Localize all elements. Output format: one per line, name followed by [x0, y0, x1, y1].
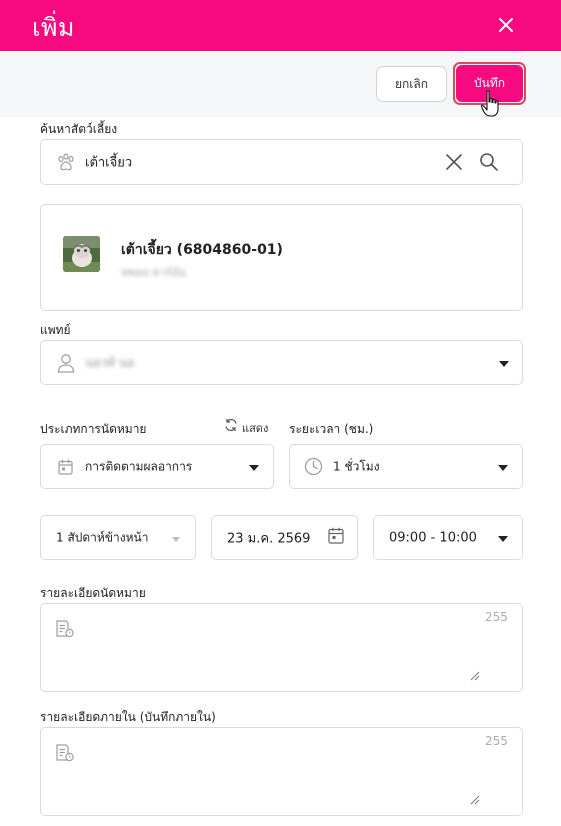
- time-select[interactable]: 09:00 - 10:00: [373, 515, 523, 560]
- action-bar: ยกเลิก บันทึก: [0, 51, 561, 117]
- hand-cursor-icon: [480, 90, 499, 117]
- pet-search-value: เต้าเจี้ยว: [85, 155, 133, 171]
- cancel-button[interactable]: ยกเลิก: [376, 66, 447, 102]
- close-button[interactable]: [492, 11, 520, 39]
- note-icon: [56, 620, 74, 638]
- date-picker[interactable]: 23 ม.ค. 2569: [211, 515, 358, 560]
- chevron-down-icon: [249, 465, 259, 471]
- chevron-down-icon: [499, 361, 509, 367]
- time-value: 09:00 - 10:00: [389, 530, 477, 545]
- pet-owner: ทพลล ดาร์อัน: [121, 266, 186, 279]
- appointment-detail-textarea[interactable]: 255: [40, 603, 523, 692]
- chevron-down-icon: [172, 537, 180, 542]
- pet-card[interactable]: เต้าเจี้ยว (6804860-01) ทพลล ดาร์อัน: [40, 204, 523, 311]
- chevron-down-icon: [498, 465, 508, 471]
- date-value: 23 ม.ค. 2569: [227, 531, 311, 546]
- appointment-type-label: ประเภทการนัดหมาย: [40, 422, 147, 436]
- appointment-type-value: การติดตามผลอาการ: [85, 459, 193, 473]
- char-counter: 255: [485, 610, 508, 624]
- duration-select[interactable]: 1 ชั่วโมง: [289, 444, 523, 489]
- show-label: แสดง: [242, 422, 269, 435]
- doctor-value: นอวท์ นอ: [85, 355, 135, 369]
- paw-icon: [58, 153, 74, 171]
- relative-date-select[interactable]: 1 สัปดาห์ข้างหน้า: [40, 515, 196, 560]
- clear-icon[interactable]: [445, 153, 463, 171]
- clock-icon: [304, 457, 323, 476]
- note-icon: [56, 744, 74, 762]
- internal-detail-textarea[interactable]: 255: [40, 727, 523, 816]
- resize-handle[interactable]: [470, 795, 480, 805]
- close-icon: [499, 18, 513, 32]
- calendar-icon[interactable]: [328, 527, 344, 544]
- doctor-label: แพทย์: [40, 323, 71, 337]
- pet-name: เต้าเจี้ยว (6804860-01): [121, 242, 283, 258]
- pet-photo: [63, 236, 100, 272]
- duration-value: 1 ชั่วโมง: [333, 459, 380, 473]
- chevron-down-icon: [498, 536, 508, 542]
- search-icon[interactable]: [479, 152, 499, 172]
- user-icon: [57, 354, 75, 373]
- modal-title: เพิ่ม: [32, 13, 76, 42]
- duration-label: ระยะเวลา (ชม.): [289, 422, 374, 436]
- internal-detail-label: รายละเอียดภายใน (บันทึกภายใน): [40, 710, 216, 724]
- refresh-icon: [225, 419, 237, 431]
- resize-handle[interactable]: [470, 671, 480, 681]
- relative-date-value: 1 สัปดาห์ข้างหน้า: [56, 530, 149, 544]
- calendar-icon: [58, 459, 73, 475]
- pet-search-input[interactable]: เต้าเจี้ยว: [40, 139, 523, 185]
- pet-search-label: ค้นหาสัตว์เลี้ยง: [40, 122, 118, 136]
- char-counter: 255: [485, 734, 508, 748]
- appointment-detail-label: รายละเอียดนัดหมาย: [40, 586, 146, 600]
- appointment-type-select[interactable]: การติดตามผลอาการ: [40, 444, 274, 489]
- doctor-select[interactable]: นอวท์ นอ: [40, 340, 523, 385]
- modal-header: เพิ่ม: [0, 0, 561, 51]
